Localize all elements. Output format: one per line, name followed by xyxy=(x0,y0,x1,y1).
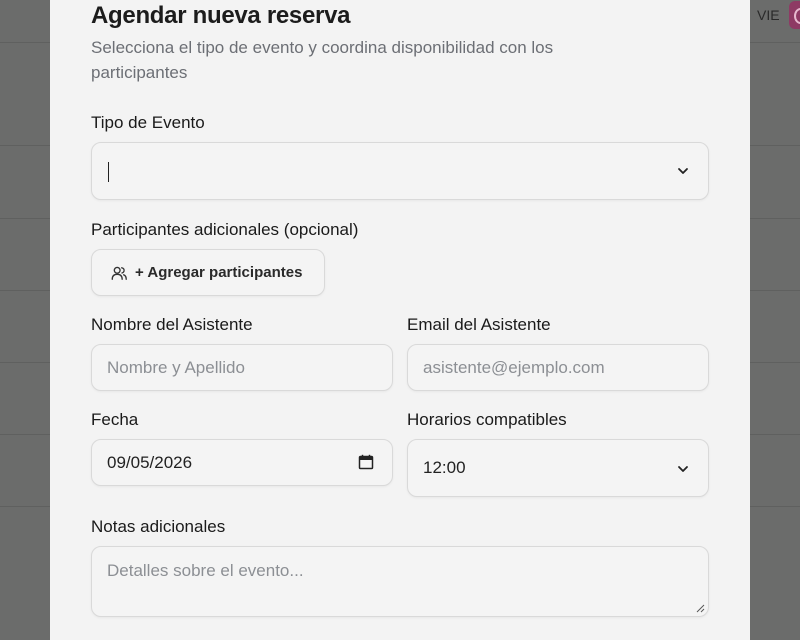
bg-divider xyxy=(0,145,50,146)
attendee-email-field[interactable] xyxy=(407,344,709,391)
bg-divider xyxy=(0,506,50,507)
add-participants-button[interactable]: + Agregar participantes xyxy=(91,249,325,296)
time-select[interactable]: 12:00 xyxy=(407,439,709,497)
resize-handle-icon[interactable] xyxy=(696,604,705,613)
chevron-down-icon xyxy=(678,168,688,174)
event-type-label: Tipo de Evento xyxy=(91,113,205,132)
calendar-day-label: VIE xyxy=(757,7,780,23)
attendee-name-field[interactable] xyxy=(91,344,393,391)
bg-divider xyxy=(0,434,50,435)
bg-divider xyxy=(750,145,800,146)
chevron-down-icon xyxy=(678,466,688,472)
attendee-email-label: Email del Asistente xyxy=(407,315,551,334)
bg-divider xyxy=(750,434,800,435)
bg-divider xyxy=(0,42,50,43)
bg-divider xyxy=(0,362,50,363)
bg-divider xyxy=(750,506,800,507)
bg-divider xyxy=(0,218,50,219)
bg-divider xyxy=(750,290,800,291)
participants-label: Participantes adicionales (opcional) xyxy=(91,220,359,239)
bg-divider xyxy=(0,290,50,291)
attendee-name-input[interactable] xyxy=(92,345,392,390)
notes-label: Notas adicionales xyxy=(91,517,226,536)
modal-subtitle: Selecciona el tipo de evento y coordina … xyxy=(91,38,554,82)
attendee-name-label: Nombre del Asistente xyxy=(91,315,253,334)
time-label: Horarios compatibles xyxy=(407,410,567,429)
users-icon xyxy=(111,266,127,280)
notes-textarea[interactable] xyxy=(92,547,708,616)
booking-modal: Agendar nueva reserva Selecciona el tipo… xyxy=(50,0,750,640)
add-participants-label: + Agregar participantes xyxy=(135,264,303,281)
attendee-email-input[interactable] xyxy=(408,345,708,390)
notes-field[interactable] xyxy=(91,546,709,617)
time-value: 12:00 xyxy=(423,458,466,477)
text-cursor xyxy=(108,162,109,182)
date-value: 09/05/2026 xyxy=(107,452,193,472)
modal-title: Agendar nueva reserva xyxy=(91,2,351,29)
date-label: Fecha xyxy=(91,410,139,429)
calendar-icon[interactable] xyxy=(358,454,374,470)
date-field[interactable]: 09/05/2026 xyxy=(91,439,393,486)
background-app-left xyxy=(0,0,50,640)
event-type-select[interactable] xyxy=(91,142,709,200)
background-app-right xyxy=(750,0,800,640)
bg-divider xyxy=(750,362,800,363)
bg-divider xyxy=(750,42,800,43)
avatar xyxy=(789,1,800,29)
bg-divider xyxy=(750,218,800,219)
